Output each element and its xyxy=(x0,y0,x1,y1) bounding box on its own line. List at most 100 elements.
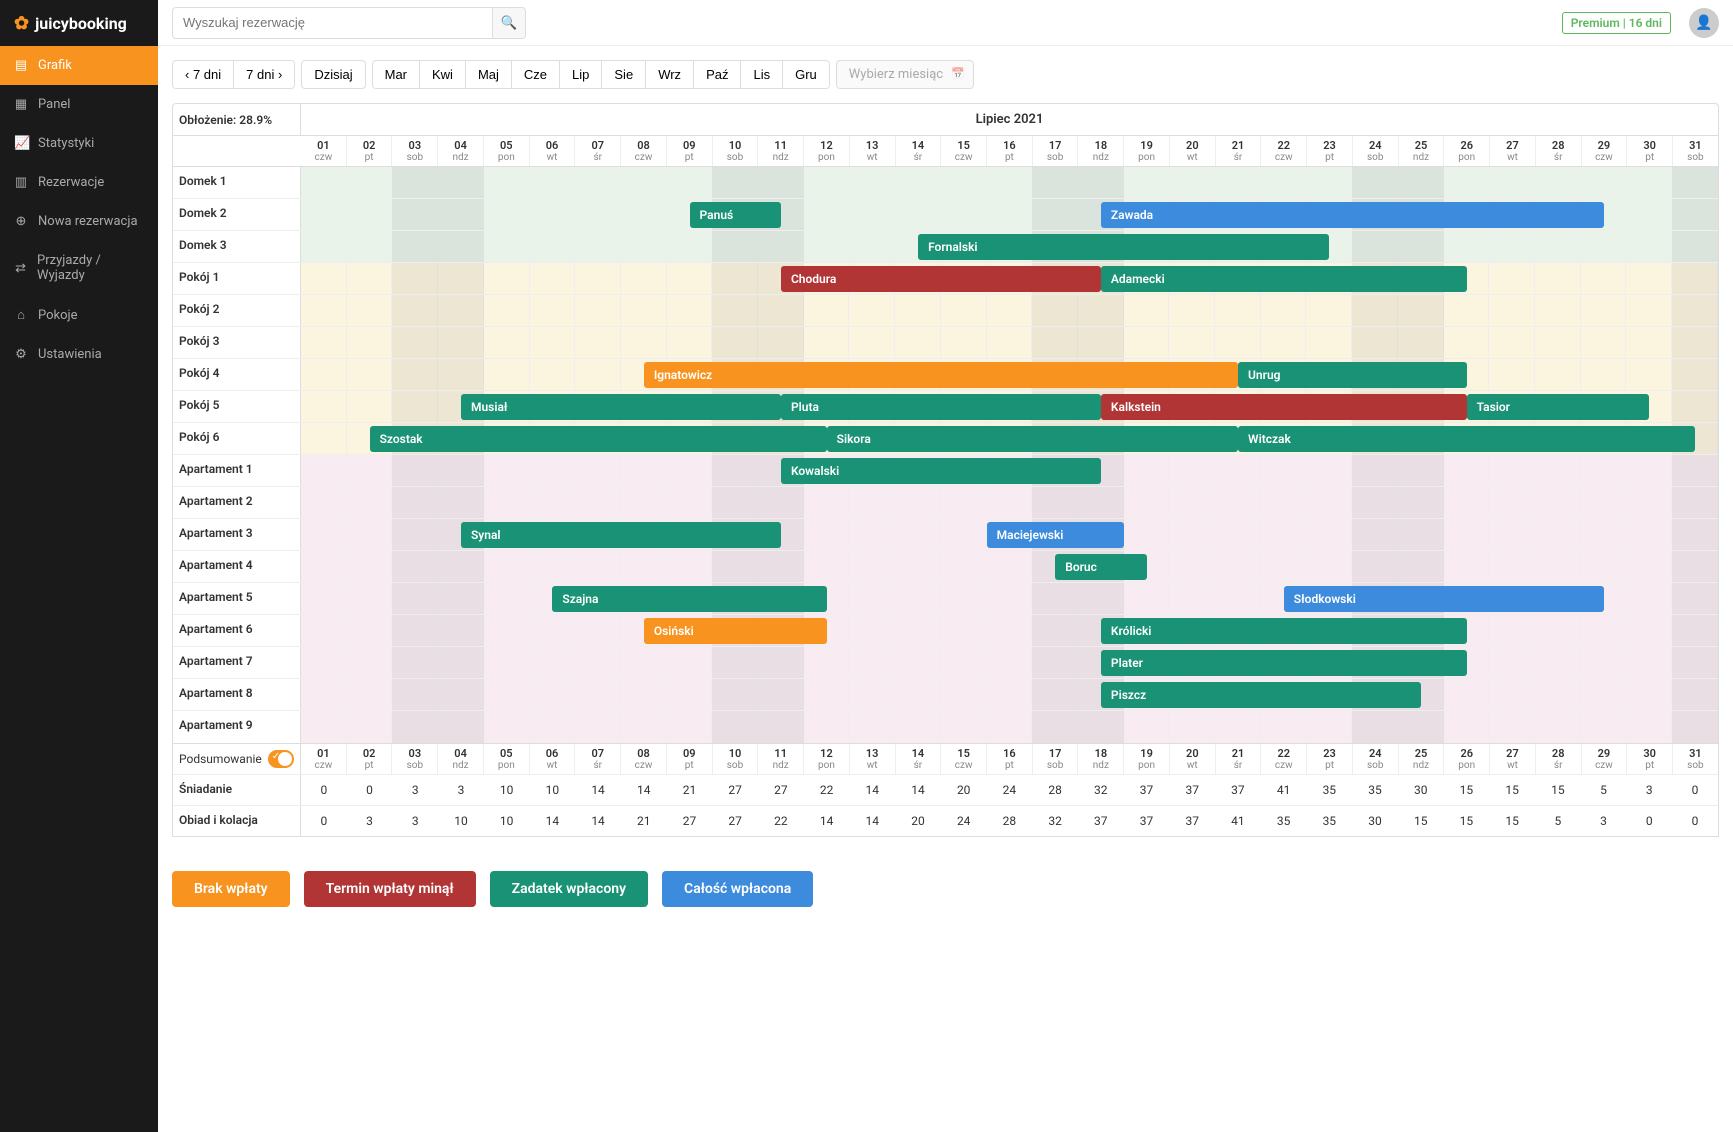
calendar-cell[interactable] xyxy=(575,167,621,198)
calendar-cell[interactable] xyxy=(1032,295,1078,326)
calendar-cell[interactable] xyxy=(1032,615,1078,646)
calendar-cell[interactable] xyxy=(621,167,667,198)
booking-bar[interactable]: Musiał xyxy=(461,394,781,420)
calendar-cell[interactable] xyxy=(758,679,804,710)
calendar-cell[interactable] xyxy=(1398,231,1444,262)
calendar-cell[interactable] xyxy=(1124,519,1170,550)
calendar-cell[interactable] xyxy=(484,487,530,518)
calendar-cell[interactable] xyxy=(301,423,347,454)
calendar-cell[interactable] xyxy=(1124,295,1170,326)
calendar-cell[interactable] xyxy=(1535,487,1581,518)
calendar-cell[interactable] xyxy=(347,551,393,582)
calendar-cell[interactable] xyxy=(987,167,1033,198)
calendar-cell[interactable] xyxy=(941,711,987,743)
calendar-cell[interactable] xyxy=(1261,455,1307,486)
calendar-cell[interactable] xyxy=(301,167,347,198)
month-btn-gru[interactable]: Gru xyxy=(782,61,829,88)
calendar-cell[interactable] xyxy=(987,199,1033,230)
booking-bar[interactable]: Boruc xyxy=(1055,554,1146,580)
calendar-cell[interactable] xyxy=(301,647,347,678)
calendar-cell[interactable] xyxy=(1261,327,1307,358)
calendar-cell[interactable] xyxy=(484,615,530,646)
calendar-cell[interactable] xyxy=(1489,359,1535,390)
calendar-cell[interactable] xyxy=(347,391,393,422)
calendar-cell[interactable] xyxy=(1261,167,1307,198)
calendar-cell[interactable] xyxy=(1352,551,1398,582)
calendar-cell[interactable] xyxy=(849,199,895,230)
calendar-cell[interactable] xyxy=(1444,455,1490,486)
calendar-cell[interactable] xyxy=(1169,327,1215,358)
calendar-cell[interactable] xyxy=(895,519,941,550)
calendar-cell[interactable] xyxy=(1352,167,1398,198)
calendar-cell[interactable] xyxy=(392,551,438,582)
calendar-cell[interactable] xyxy=(1306,327,1352,358)
calendar-cell[interactable] xyxy=(1672,615,1718,646)
calendar-cell[interactable] xyxy=(849,647,895,678)
calendar-cell[interactable] xyxy=(530,167,576,198)
calendar-cell[interactable] xyxy=(849,327,895,358)
booking-bar[interactable]: Unrug xyxy=(1238,362,1467,388)
calendar-cell[interactable] xyxy=(392,263,438,294)
calendar-cell[interactable] xyxy=(987,615,1033,646)
calendar-cell[interactable] xyxy=(1489,455,1535,486)
calendar-cell[interactable] xyxy=(804,327,850,358)
calendar-cell[interactable] xyxy=(1124,711,1170,743)
calendar-cell[interactable] xyxy=(1398,295,1444,326)
calendar-cell[interactable] xyxy=(1306,519,1352,550)
calendar-cell[interactable] xyxy=(1581,295,1627,326)
calendar-cell[interactable] xyxy=(1444,231,1490,262)
nav-item-ustawienia[interactable]: ⚙Ustawienia xyxy=(0,335,158,374)
calendar-cell[interactable] xyxy=(1352,295,1398,326)
calendar-cell[interactable] xyxy=(895,327,941,358)
calendar-cell[interactable] xyxy=(1489,615,1535,646)
calendar-cell[interactable] xyxy=(392,647,438,678)
booking-bar[interactable]: Sikora xyxy=(827,426,1238,452)
booking-bar[interactable]: Zawada xyxy=(1101,202,1604,228)
calendar-cell[interactable] xyxy=(1261,487,1307,518)
calendar-cell[interactable] xyxy=(484,583,530,614)
calendar-cell[interactable] xyxy=(987,711,1033,743)
calendar-cell[interactable] xyxy=(1261,519,1307,550)
booking-bar[interactable]: Witczak xyxy=(1238,426,1695,452)
calendar-cell[interactable] xyxy=(712,551,758,582)
calendar-cell[interactable] xyxy=(1169,167,1215,198)
calendar-cell[interactable] xyxy=(484,167,530,198)
calendar-cell[interactable] xyxy=(347,519,393,550)
calendar-cell[interactable] xyxy=(1581,359,1627,390)
calendar-cell[interactable] xyxy=(941,679,987,710)
calendar-cell[interactable] xyxy=(484,295,530,326)
calendar-cell[interactable] xyxy=(849,551,895,582)
calendar-cell[interactable] xyxy=(1581,455,1627,486)
calendar-cell[interactable] xyxy=(987,487,1033,518)
calendar-cell[interactable] xyxy=(484,231,530,262)
calendar-cell[interactable] xyxy=(804,679,850,710)
calendar-cell[interactable] xyxy=(301,391,347,422)
calendar-cell[interactable] xyxy=(758,167,804,198)
calendar-cell[interactable] xyxy=(1032,327,1078,358)
calendar-cell[interactable] xyxy=(712,487,758,518)
calendar-cell[interactable] xyxy=(347,583,393,614)
calendar-cell[interactable] xyxy=(712,647,758,678)
calendar-cell[interactable] xyxy=(530,615,576,646)
month-btn-lis[interactable]: Lis xyxy=(740,61,782,88)
calendar-cell[interactable] xyxy=(758,231,804,262)
calendar-cell[interactable] xyxy=(941,615,987,646)
calendar-cell[interactable] xyxy=(1032,647,1078,678)
calendar-cell[interactable] xyxy=(530,327,576,358)
calendar-cell[interactable] xyxy=(1626,487,1672,518)
calendar-cell[interactable] xyxy=(1489,231,1535,262)
calendar-cell[interactable] xyxy=(392,455,438,486)
calendar-cell[interactable] xyxy=(438,679,484,710)
calendar-cell[interactable] xyxy=(987,647,1033,678)
calendar-cell[interactable] xyxy=(1535,615,1581,646)
calendar-cell[interactable] xyxy=(712,679,758,710)
booking-bar[interactable]: Słodkowski xyxy=(1284,586,1604,612)
calendar-cell[interactable] xyxy=(1032,167,1078,198)
avatar[interactable]: 👤 xyxy=(1689,8,1719,38)
calendar-cell[interactable] xyxy=(712,455,758,486)
calendar-cell[interactable] xyxy=(667,327,713,358)
calendar-cell[interactable] xyxy=(1352,455,1398,486)
calendar-cell[interactable] xyxy=(301,519,347,550)
calendar-cell[interactable] xyxy=(712,327,758,358)
calendar-cell[interactable] xyxy=(438,327,484,358)
